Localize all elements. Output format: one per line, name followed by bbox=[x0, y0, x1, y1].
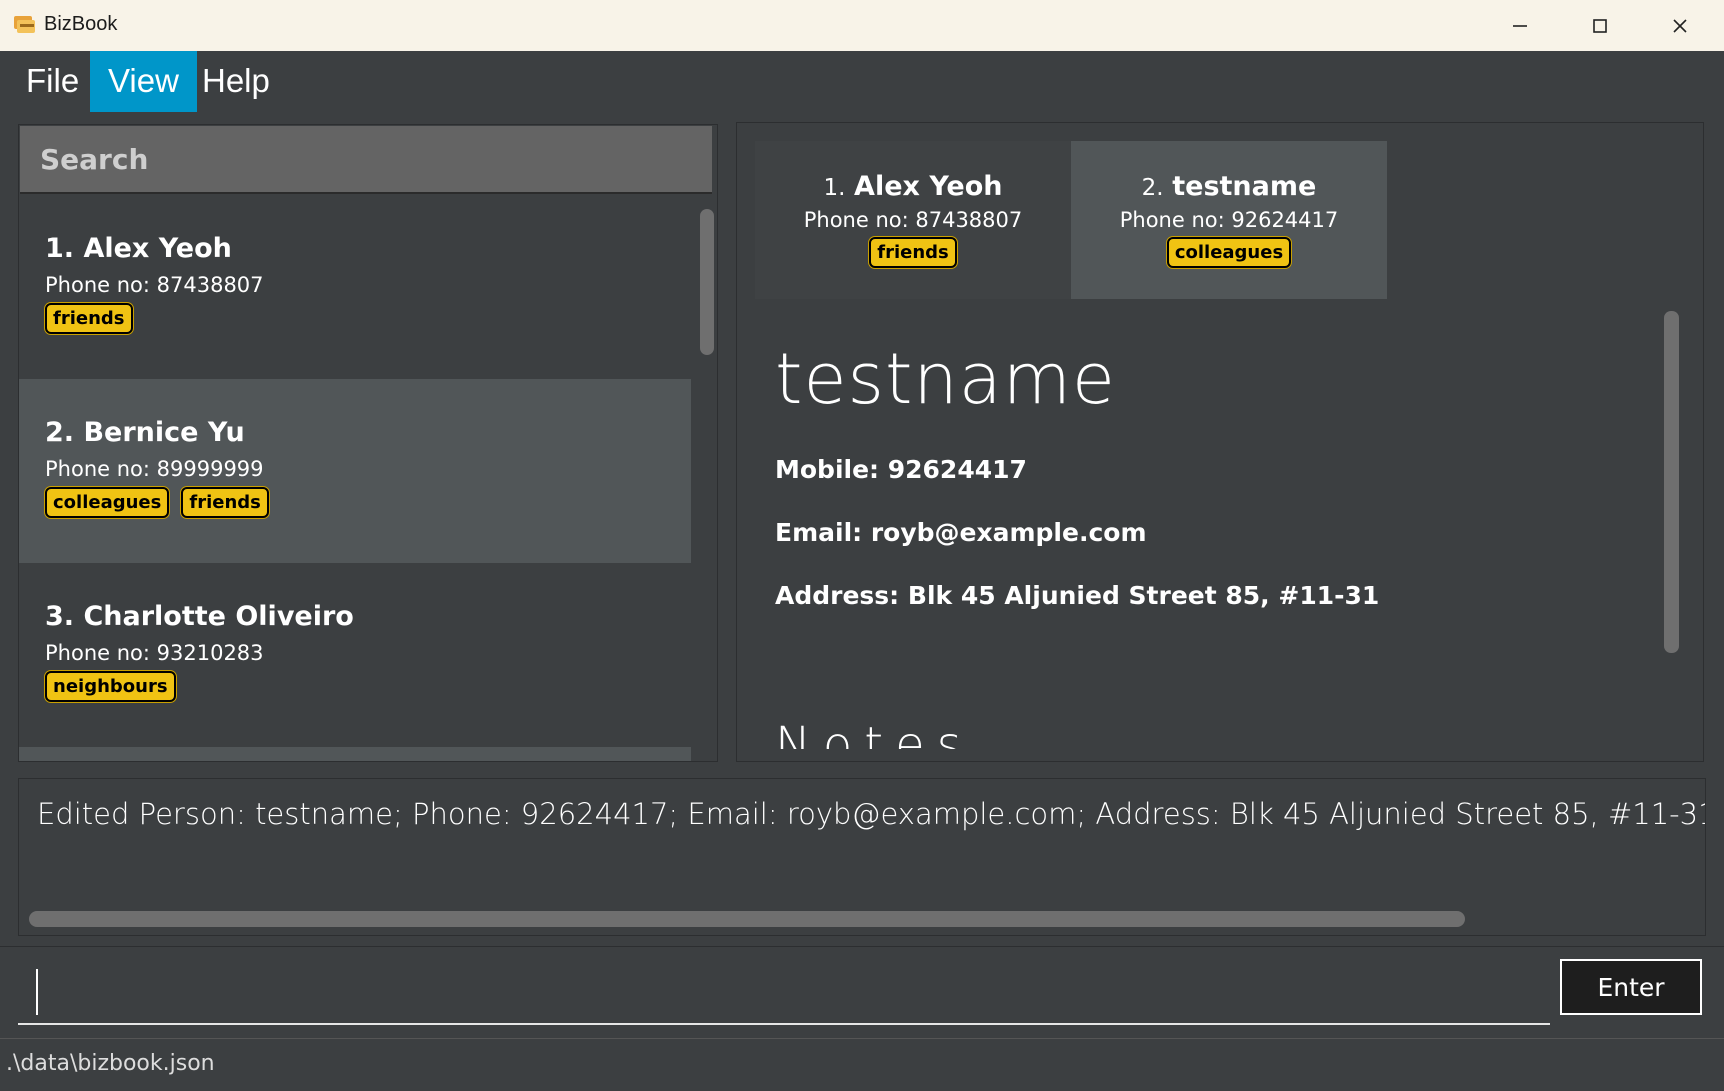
window-title: BizBook bbox=[44, 13, 118, 35]
person-phone: Phone no: 89999999 bbox=[45, 457, 264, 481]
person-tags: colleagues friends bbox=[45, 487, 691, 518]
detail-email: Email: royb@example.com bbox=[775, 518, 1147, 547]
person-name: 3. Charlotte Oliveiro bbox=[45, 601, 354, 632]
tag-badge: colleagues bbox=[45, 487, 170, 518]
tag-badge: friends bbox=[45, 303, 133, 334]
tab-tags: friends bbox=[755, 237, 1071, 268]
detail-address: Address: Blk 45 Aljunied Street 85, #11-… bbox=[775, 581, 1380, 610]
result-display: Edited Person: testname; Phone: 92624417… bbox=[18, 778, 1706, 936]
tag-badge: friends bbox=[869, 237, 957, 268]
detail-mobile: Mobile: 92624417 bbox=[775, 455, 1027, 484]
tag-badge: neighbours bbox=[45, 671, 176, 702]
person-phone: Phone no: 87438807 bbox=[45, 273, 264, 297]
person-card[interactable]: 3. Charlotte Oliveiro Phone no: 93210283… bbox=[19, 563, 691, 747]
minimize-icon bbox=[1513, 24, 1527, 27]
person-list-panel: 1. Alex Yeoh Phone no: 87438807 friends … bbox=[18, 124, 718, 762]
detail-name: testname bbox=[775, 338, 1116, 420]
tab-tags: colleagues bbox=[1071, 237, 1387, 268]
person-list: 1. Alex Yeoh Phone no: 87438807 friends … bbox=[19, 195, 691, 761]
data-file-path: .\data\bizbook.json bbox=[6, 1051, 215, 1076]
tab-phone: Phone no: 87438807 bbox=[803, 208, 1023, 232]
command-input[interactable] bbox=[18, 959, 1550, 1025]
command-area: Enter bbox=[0, 946, 1724, 1037]
close-icon bbox=[1673, 18, 1687, 33]
menu-file[interactable]: File bbox=[8, 51, 97, 112]
person-name: 2. Bernice Yu bbox=[45, 417, 245, 448]
scrollbar-thumb[interactable] bbox=[1664, 311, 1679, 653]
maximize-icon bbox=[1593, 18, 1607, 33]
person-card[interactable]: 2. Bernice Yu Phone no: 89999999 colleag… bbox=[19, 379, 691, 563]
person-tags: neighbours bbox=[45, 671, 691, 702]
menu-bar: File View Help bbox=[0, 51, 1724, 112]
result-scrollbar-thumb[interactable] bbox=[29, 911, 1465, 927]
notes-heading: Notes bbox=[775, 717, 974, 749]
tag-badge: friends bbox=[181, 487, 269, 518]
person-name: 1. Alex Yeoh bbox=[45, 233, 232, 264]
person-tags: friends bbox=[45, 303, 691, 334]
person-detail: testname Mobile: 92624417 Email: royb@ex… bbox=[775, 329, 1655, 749]
status-bar: .\data\bizbook.json bbox=[0, 1038, 1724, 1091]
enter-button[interactable]: Enter bbox=[1560, 959, 1702, 1015]
search-box bbox=[20, 126, 712, 194]
app-icon bbox=[14, 16, 35, 33]
tab-title: 2. testname bbox=[1141, 171, 1317, 202]
tab-person-1[interactable]: 1. Alex Yeoh Phone no: 87438807 friends bbox=[755, 141, 1071, 299]
tab-title: 1. Alex Yeoh bbox=[823, 171, 1003, 202]
minimize-button[interactable] bbox=[1480, 0, 1560, 51]
title-bar: BizBook bbox=[0, 0, 1724, 52]
close-button[interactable] bbox=[1640, 0, 1720, 51]
person-detail-panel: 1. Alex Yeoh Phone no: 87438807 friends … bbox=[736, 122, 1704, 762]
scrollbar-thumb[interactable] bbox=[700, 209, 714, 355]
result-text: Edited Person: testname; Phone: 92624417… bbox=[37, 797, 1705, 831]
person-card-partial[interactable] bbox=[19, 747, 691, 761]
text-caret bbox=[36, 969, 38, 1015]
detail-scrollbar[interactable] bbox=[1662, 311, 1680, 653]
menu-help[interactable]: Help bbox=[184, 51, 288, 112]
person-card[interactable]: 1. Alex Yeoh Phone no: 87438807 friends bbox=[19, 195, 691, 379]
menu-view[interactable]: View bbox=[90, 51, 197, 112]
tab-phone: Phone no: 92624417 bbox=[1119, 208, 1339, 232]
person-phone: Phone no: 93210283 bbox=[45, 641, 264, 665]
tag-badge: colleagues bbox=[1166, 237, 1292, 268]
tab-person-2[interactable]: 2. testname Phone no: 92624417 colleague… bbox=[1071, 141, 1387, 299]
maximize-button[interactable] bbox=[1560, 0, 1640, 51]
person-list-scrollbar[interactable] bbox=[697, 195, 715, 761]
search-input[interactable] bbox=[20, 126, 712, 192]
